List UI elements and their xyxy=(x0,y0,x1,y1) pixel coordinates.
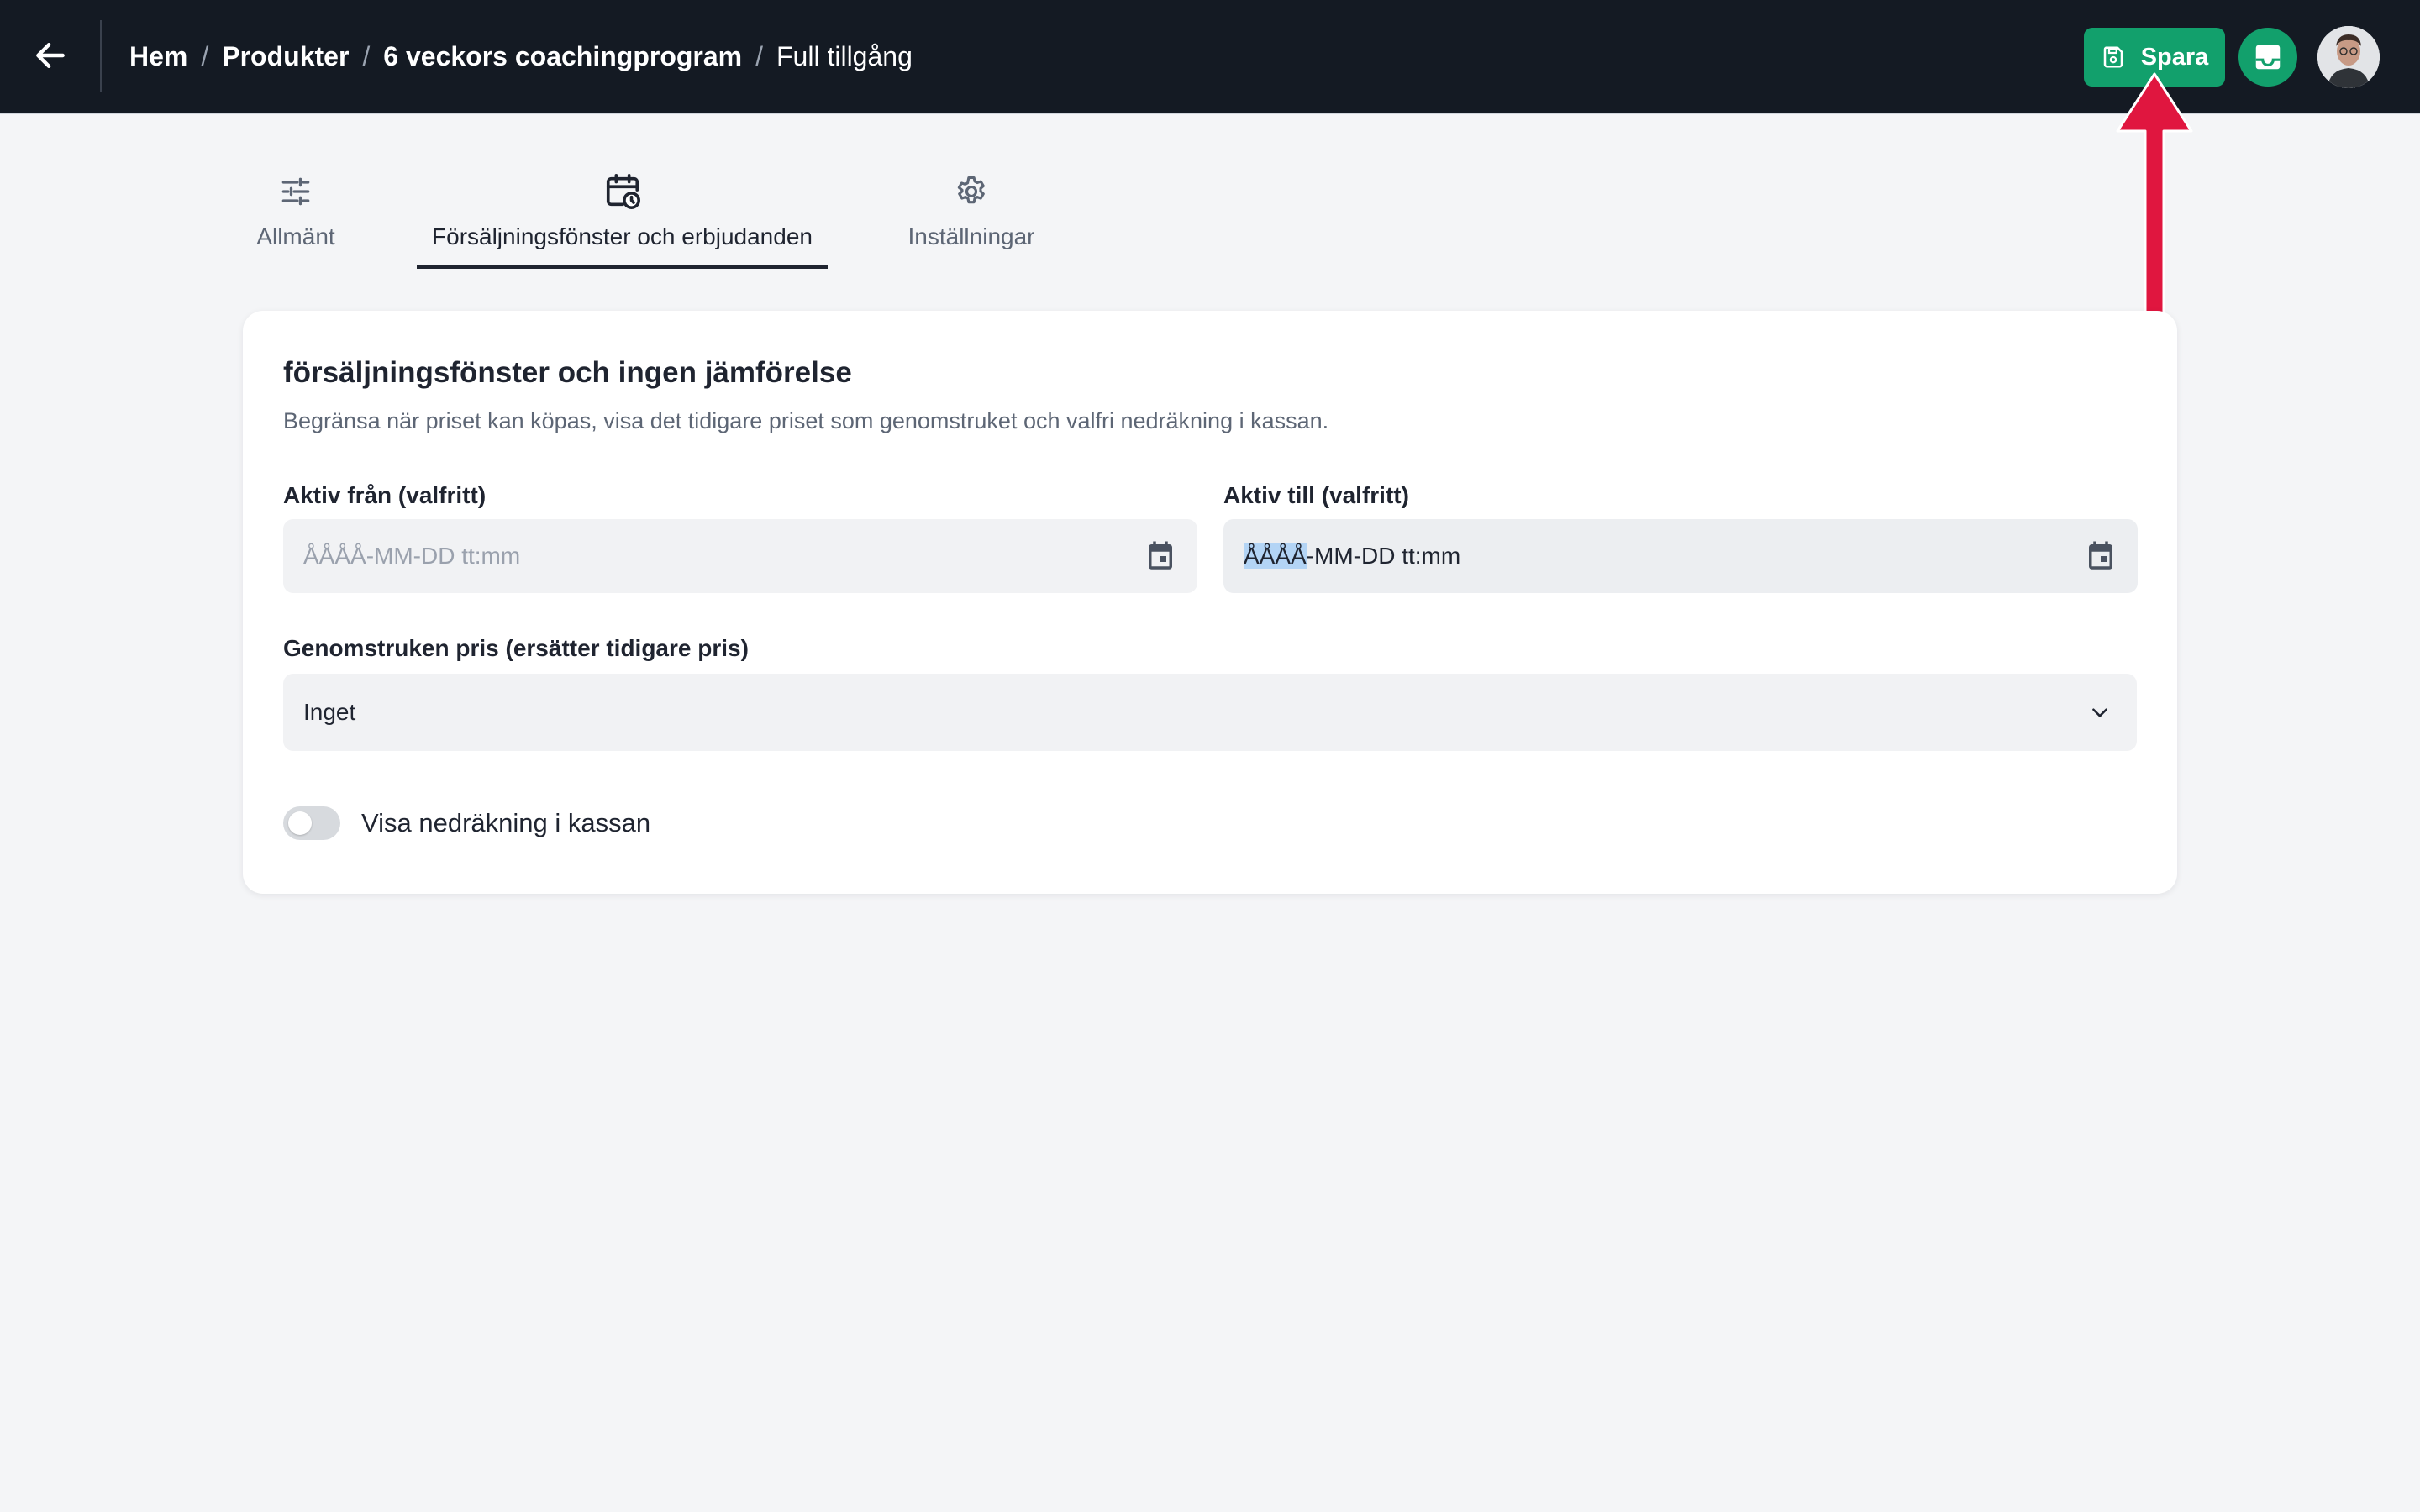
calendar-icon xyxy=(2089,541,2112,570)
active-to-label: Aktiv till (valfritt) xyxy=(1223,482,1409,508)
calendar-icon xyxy=(1149,541,1172,570)
toggle-knob xyxy=(288,811,312,835)
breadcrumb-products[interactable]: Produkter xyxy=(222,41,349,72)
breadcrumb-separator: / xyxy=(755,40,763,71)
active-to-rest-segment: -MM-DD tt:mm xyxy=(1306,543,1461,569)
active-to-input[interactable]: ÅÅÅÅ-MM-DD tt:mm xyxy=(1223,519,2138,593)
breadcrumb-current: Full tillgång xyxy=(776,40,913,71)
strike-price-value: Inget xyxy=(303,699,356,725)
strike-price-label: Genomstruken pris (ersätter tidigare pri… xyxy=(283,635,749,661)
save-button-label: Spara xyxy=(2140,43,2209,71)
tab-label: Försäljningsfönster och erbjudanden xyxy=(432,223,813,249)
top-bar: Hem / Produkter / 6 veckors coachingprog… xyxy=(0,0,2420,114)
breadcrumb-product[interactable]: 6 veckors coachingprogram xyxy=(383,41,742,72)
active-to-selected-segment: ÅÅÅÅ xyxy=(1244,543,1307,569)
tab-sales-windows[interactable]: Försäljningsfönster och erbjudanden xyxy=(417,114,828,269)
top-bar-divider xyxy=(100,20,102,92)
active-to-value: ÅÅÅÅ-MM-DD tt:mm xyxy=(1244,519,1460,593)
countdown-label: Visa nedräkning i kassan xyxy=(361,808,651,837)
strike-price-select[interactable]: Inget xyxy=(283,674,2137,751)
save-button[interactable]: Spara xyxy=(2084,28,2225,87)
back-button[interactable] xyxy=(25,28,76,83)
gear-icon xyxy=(957,176,985,204)
chevron-down-icon xyxy=(2092,708,2107,717)
calendar-clock-icon xyxy=(606,174,640,209)
active-from-calendar-button[interactable] xyxy=(1140,536,1181,576)
inbox-button[interactable] xyxy=(2238,28,2297,87)
active-to-calendar-button[interactable] xyxy=(2081,536,2121,576)
countdown-toggle[interactable] xyxy=(283,806,340,840)
tab-label: Allmänt xyxy=(256,223,335,249)
breadcrumb: Hem / Produkter / 6 veckors coachingprog… xyxy=(129,0,913,113)
breadcrumb-separator: / xyxy=(362,40,371,71)
active-from-label: Aktiv från (valfritt) xyxy=(283,482,487,508)
tab-settings[interactable]: Inställningar xyxy=(901,114,1042,269)
inbox-icon xyxy=(2255,45,2281,70)
tab-bar: Allmänt Försäljningsfönster och erbjudan… xyxy=(0,114,2420,274)
active-from-input[interactable]: ÅÅÅÅ-MM-DD tt:mm xyxy=(283,519,1197,593)
active-from-placeholder: ÅÅÅÅ-MM-DD tt:mm xyxy=(303,543,521,569)
tab-general[interactable]: Allmänt xyxy=(250,114,341,269)
card-title: försäljningsfönster och ingen jämförelse xyxy=(283,356,852,389)
card-description: Begränsa när priset kan köpas, visa det … xyxy=(283,408,1329,433)
breadcrumb-home[interactable]: Hem xyxy=(129,41,187,72)
breadcrumb-separator: / xyxy=(201,40,209,71)
arrow-left-icon xyxy=(36,42,65,69)
tab-label: Inställningar xyxy=(908,223,1035,249)
sales-window-card: försäljningsfönster och ingen jämförelse… xyxy=(243,311,2177,894)
sliders-icon xyxy=(281,177,310,206)
user-avatar[interactable] xyxy=(2317,26,2380,88)
floppy-disk-icon xyxy=(2103,46,2123,68)
avatar-image xyxy=(2317,26,2380,88)
